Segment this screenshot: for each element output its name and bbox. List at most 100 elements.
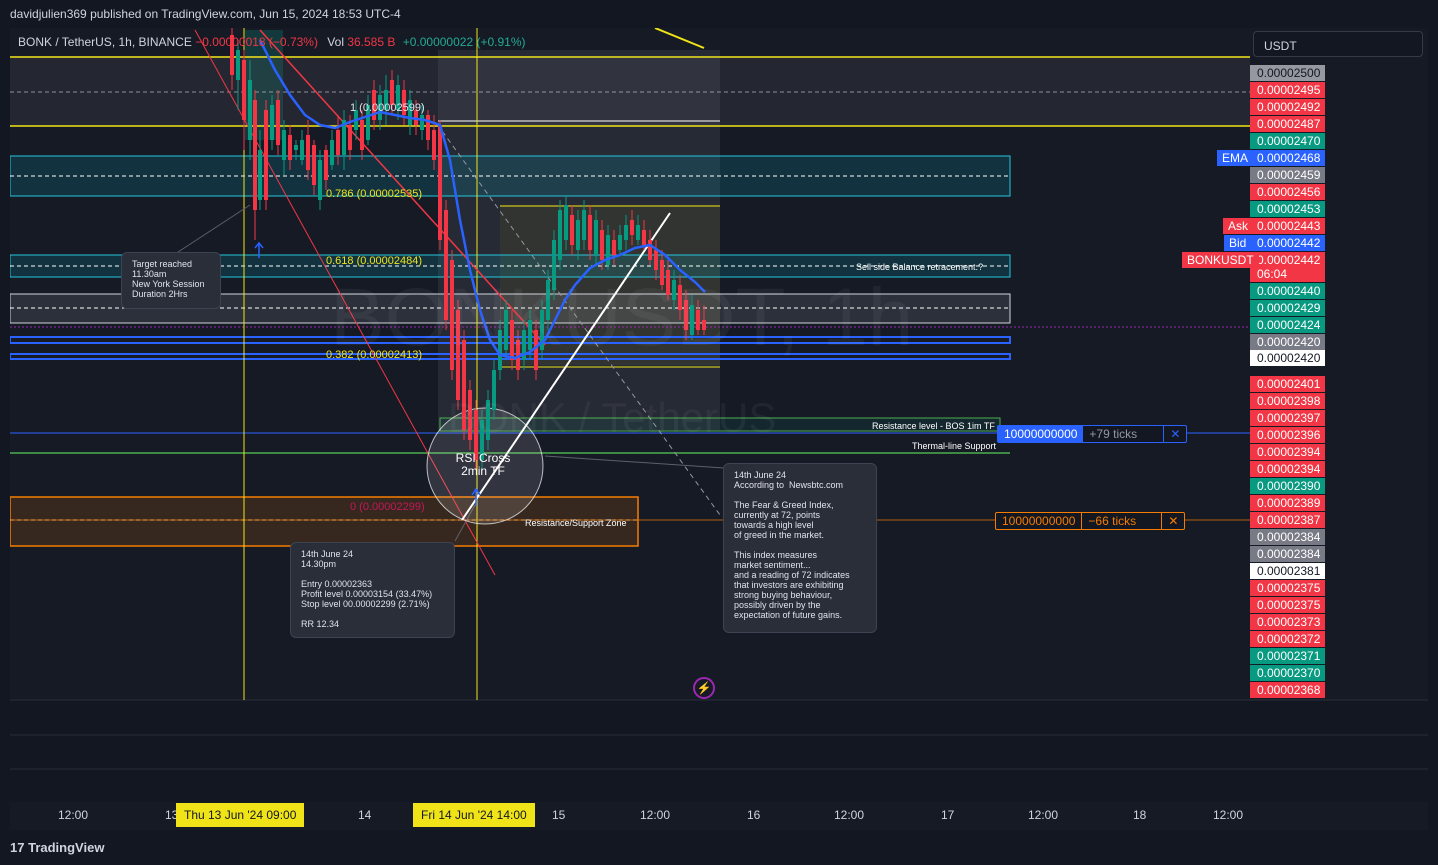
time-label: 15	[552, 808, 566, 822]
price-label: 0.00002368	[1250, 682, 1325, 698]
time-label: Fri 14 Jun '24 14:00	[413, 803, 535, 827]
time-label: 12:00	[640, 808, 671, 822]
candle-body	[248, 80, 252, 140]
candle-body	[564, 205, 568, 240]
callout-pointer	[174, 204, 251, 255]
publish-text: davidjulien369 published on TradingView.…	[10, 7, 401, 21]
news-callout[interactable]: 14th June 24 According to Newsbtc.com Th…	[723, 463, 877, 633]
price-label: 0.00002424	[1250, 317, 1325, 333]
time-axis[interactable]: 12:00 13 Thu 13 Jun '24 09:00 14 Fri 14 Jun …	[10, 802, 1428, 830]
fib-label-786: 0.786 (0.00002535)	[326, 188, 423, 200]
fib-label-0: 0 (0.00002299)	[350, 501, 425, 513]
candle-body	[330, 140, 334, 165]
shaded-zone	[10, 56, 1250, 126]
volume-value: 36.585 B	[347, 35, 396, 49]
fib-label-382: 0.382 (0.00002413)	[326, 349, 423, 361]
blue-order-qty[interactable]: 10000000000	[998, 426, 1084, 442]
price-label: 0.00002394	[1250, 444, 1325, 460]
price-label: 0.00002387	[1250, 512, 1325, 528]
blue-order-close-icon[interactable]: ✕	[1163, 426, 1186, 442]
candle-body	[336, 130, 340, 155]
ask-tag: Ask	[1223, 218, 1254, 234]
candle-body	[348, 125, 352, 150]
footer: 17 TradingView	[0, 830, 1438, 865]
candle-body	[588, 215, 592, 250]
price-label: 0.00002443	[1250, 218, 1325, 234]
symbol-name[interactable]: BONK / TetherUS, 1h, BINANCE	[18, 35, 192, 49]
price-scale[interactable]: 0.00002500 0.00002495 0.00002492 0.00002487…	[1250, 60, 1428, 702]
price-label: 0.00002372	[1250, 631, 1325, 647]
sell-side-label: Sell side Balance retracement.?	[856, 262, 984, 272]
candle-body	[270, 105, 274, 140]
time-label: 16	[747, 808, 761, 822]
time-label: 12:00	[1028, 808, 1059, 822]
ema-tag: EMA	[1217, 150, 1254, 166]
orange-order-qty[interactable]: 10000000000	[996, 513, 1081, 529]
price-label: 0.00002394	[1250, 461, 1325, 477]
time-label: 12:00	[1213, 808, 1244, 822]
candle-body	[318, 160, 322, 200]
price-label: 0.00002495	[1250, 82, 1325, 98]
tradingview-logo-text: TradingView	[28, 840, 105, 855]
candle-body	[624, 225, 628, 240]
price-label: 06:04	[1250, 266, 1325, 282]
candle-body	[558, 210, 562, 260]
price-label: 0.00002371	[1250, 648, 1325, 664]
candle-body	[426, 115, 430, 140]
price-label: 0.00002384	[1250, 546, 1325, 562]
candle-body	[636, 225, 640, 240]
price-label: 0.00002420	[1250, 334, 1325, 350]
volume-change: +0.00000022 (+0.91%)	[402, 35, 526, 49]
candle-body	[618, 235, 622, 250]
candle-body	[576, 220, 580, 250]
candle-body	[642, 230, 646, 245]
target-callout[interactable]: Target reached 11.30am New York Session …	[121, 252, 221, 309]
candle-body	[420, 115, 424, 130]
price-label: 0.00002442	[1250, 235, 1325, 251]
symbol-change: −0.00000018 (−0.73%)	[195, 35, 318, 49]
time-label: Thu 13 Jun '24 09:00	[176, 803, 305, 827]
price-label: 0.00002487	[1250, 116, 1325, 132]
candle-body	[294, 145, 298, 150]
candle-body	[276, 100, 280, 145]
candle-body	[236, 50, 240, 80]
price-label: 0.00002468	[1250, 150, 1325, 166]
price-label: 0.00002375	[1250, 597, 1325, 613]
symbol-legend[interactable]: BONK / TetherUS, 1h, BINANCE −0.00000018…	[18, 35, 525, 49]
tradingview-logo[interactable]: 17 TradingView	[10, 840, 104, 855]
resistance-label: Resistance level - BOS 1im TF	[872, 421, 995, 431]
candle-body	[264, 110, 268, 200]
rsi-cross-label: RSI Cross 2min TF	[455, 451, 511, 478]
blue-order-line[interactable]: 10000000000 +79 ticks ✕	[997, 425, 1188, 443]
orange-order-line[interactable]: 10000000000 −66 ticks ✕	[995, 512, 1186, 530]
price-label: 0.00002401	[1250, 376, 1325, 392]
thermal-label: Thermal-line Support	[912, 441, 997, 451]
bid-tag: Bid	[1224, 235, 1252, 251]
candle-body	[282, 130, 286, 160]
trade-callout[interactable]: 14th June 24 14.30pm Entry 0.00002363 Pr…	[290, 542, 455, 638]
chart-canvas[interactable]: BONKUSDT, 1hBONK / TetherUS	[10, 28, 1428, 830]
price-label: 0.00002370	[1250, 665, 1325, 681]
time-label: 17	[941, 808, 955, 822]
price-label: 0.00002459	[1250, 167, 1325, 183]
currency-selector[interactable]: USDT	[1253, 31, 1423, 57]
candle-body	[582, 210, 586, 240]
price-label: 0.00002429	[1250, 300, 1325, 316]
flash-icon[interactable]: ⚡	[693, 677, 715, 699]
price-label: 0.00002500	[1250, 65, 1325, 81]
candle-body	[438, 125, 442, 240]
candle-body	[288, 135, 292, 160]
chart-pane[interactable]: BONKUSDT, 1h BONK / TetherUS	[10, 28, 1428, 830]
candle-body	[648, 240, 652, 260]
orange-order-close-icon[interactable]: ✕	[1161, 513, 1184, 529]
candle-body	[612, 240, 616, 255]
price-label: 0.00002470	[1250, 133, 1325, 149]
candle-body	[312, 145, 316, 185]
price-label: 0.00002453	[1250, 201, 1325, 217]
candle-body	[242, 60, 246, 120]
blue-order-ticks: +79 ticks	[1089, 427, 1138, 441]
publish-bar: davidjulien369 published on TradingView.…	[0, 0, 1438, 28]
sub-pane	[10, 700, 1428, 802]
candle-body	[324, 150, 328, 180]
time-label: 12:00	[834, 808, 865, 822]
